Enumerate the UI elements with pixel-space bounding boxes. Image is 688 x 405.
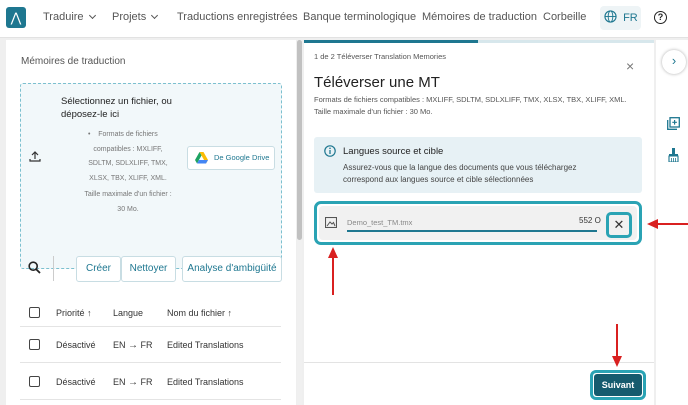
row-language: EN → FR (113, 340, 153, 351)
info-body: Assurez-vous que la langue des documents… (343, 163, 577, 184)
column-header-priority[interactable]: Priorité ↑ (56, 308, 92, 318)
close-modal-icon[interactable]: × (626, 58, 634, 74)
divider (20, 326, 281, 327)
upload-progress-track (347, 230, 597, 232)
top-navigation: ⋀ Traduire Projets Traductions enregistr… (0, 0, 688, 38)
arrow-right-icon: → (128, 377, 139, 388)
select-all-checkbox[interactable] (29, 307, 40, 318)
source-language: EN (113, 340, 126, 350)
add-collection-icon[interactable] (667, 117, 680, 130)
page-title: Mémoires de traduction (21, 56, 126, 67)
divider (20, 362, 281, 363)
modal-formats: Formats de fichiers compatibles : MXLIFF… (314, 95, 627, 116)
next-button[interactable]: Suivant (594, 374, 642, 396)
source-language: EN (113, 377, 126, 387)
app-logo[interactable]: ⋀ (6, 7, 26, 28)
upload-tm-modal: 1 de 2 Téléverser Translation Memories ×… (304, 40, 654, 405)
remove-file-button[interactable]: ✕ (606, 212, 632, 238)
nav-projects-label: Projets (112, 11, 147, 23)
language-label: FR (623, 12, 638, 24)
upload-progress-fill (347, 230, 597, 232)
filename-header-label: Nom du fichier (167, 308, 226, 318)
row-priority: Désactivé (56, 377, 96, 387)
step-progress-fill (304, 40, 478, 43)
target-language: FR (140, 340, 153, 350)
brush-icon[interactable] (668, 148, 679, 162)
google-drive-icon (195, 152, 208, 164)
file-size: 552 O (579, 216, 601, 225)
annotation-arrow-down-head (612, 356, 622, 367)
info-icon (324, 145, 336, 157)
nav-termbase[interactable]: Banque terminologique (303, 11, 416, 23)
dropzone-size: Taille maximale d'un fichier : 30 Mo. (84, 188, 172, 217)
sort-arrow-up-icon: ↑ (227, 308, 233, 318)
row-filename: Edited Translations (167, 340, 244, 350)
annotation-arrow-up-shaft (332, 257, 334, 295)
info-box: Langues source et cible Assurez-vous que… (314, 137, 642, 193)
dropzone-size-text: Taille maximale d'un fichier : 30 Mo. (84, 191, 172, 213)
modal-footer-divider (304, 362, 654, 363)
column-header-filename[interactable]: Nom du fichier ↑ (167, 308, 232, 318)
nav-translate[interactable]: Traduire (43, 11, 96, 23)
column-header-language: Langue (113, 308, 144, 318)
sort-arrow-up-icon: ↑ (87, 308, 92, 318)
translation-memories-panel: Mémoires de traduction Sélectionnez un f… (6, 40, 296, 405)
row-checkbox[interactable] (29, 339, 40, 350)
nav-saved-translations[interactable]: Traductions enregistrées (177, 11, 298, 23)
arrow-right-icon: → (128, 340, 139, 351)
image-file-icon (325, 217, 337, 228)
row-priority: Désactivé (56, 340, 96, 350)
upload-icon (29, 151, 41, 162)
help-icon[interactable]: ? (654, 11, 667, 24)
divider (20, 399, 281, 400)
language-selector[interactable]: FR (600, 6, 641, 30)
close-icon: ✕ (613, 217, 625, 232)
annotation-arrow-down-shaft (616, 324, 618, 358)
globe-icon (604, 10, 617, 23)
modal-title: Téléverser une MT (314, 74, 440, 91)
uploaded-file-item: Demo_test_TM.tmx 552 O (319, 206, 637, 240)
search-icon[interactable] (28, 261, 41, 274)
dropzone-heading: Sélectionnez un fichier, ou déposez-le i… (61, 96, 172, 120)
annotation-arrow-left-shaft (658, 223, 688, 225)
annotation-arrow-up-head (328, 247, 338, 258)
nav-translation-memories[interactable]: Mémoires de traduction (422, 11, 537, 23)
nav-translate-label: Traduire (43, 11, 84, 23)
nav-trash[interactable]: Corbeille (543, 11, 586, 23)
create-button[interactable]: Créer (76, 256, 121, 282)
search-input[interactable] (53, 256, 65, 281)
info-title: Langues source et cible (343, 146, 444, 157)
chevron-right-icon[interactable]: › (662, 50, 686, 74)
google-drive-button[interactable]: De Google Drive (187, 146, 275, 170)
row-language: EN → FR (113, 377, 153, 388)
clean-button[interactable]: Nettoyer (121, 256, 176, 282)
dropzone-formats-text: Formats de fichiers compatibles : MXLIFF… (88, 131, 168, 182)
target-language: FR (140, 377, 153, 387)
file-name: Demo_test_TM.tmx (347, 218, 413, 227)
ambiguity-analysis-button[interactable]: Analyse d'ambigüité (182, 256, 282, 282)
annotation-arrow-left-head (647, 219, 658, 229)
google-drive-label: De Google Drive (214, 153, 270, 162)
nav-projects[interactable]: Projets (112, 11, 159, 23)
left-scrollbar-thumb[interactable] (297, 40, 302, 240)
step-indicator: 1 de 2 Téléverser Translation Memories (314, 52, 447, 61)
dropzone-formats: • Formats de fichiers compatibles : MXLI… (84, 128, 172, 186)
bullet: • (88, 131, 91, 138)
chevron-down-icon (151, 11, 159, 20)
step-progress-remaining (478, 40, 654, 43)
chevron-down-icon (88, 11, 96, 20)
row-filename: Edited Translations (167, 377, 244, 387)
row-checkbox[interactable] (29, 376, 40, 387)
priority-header-label: Priorité (56, 308, 85, 318)
